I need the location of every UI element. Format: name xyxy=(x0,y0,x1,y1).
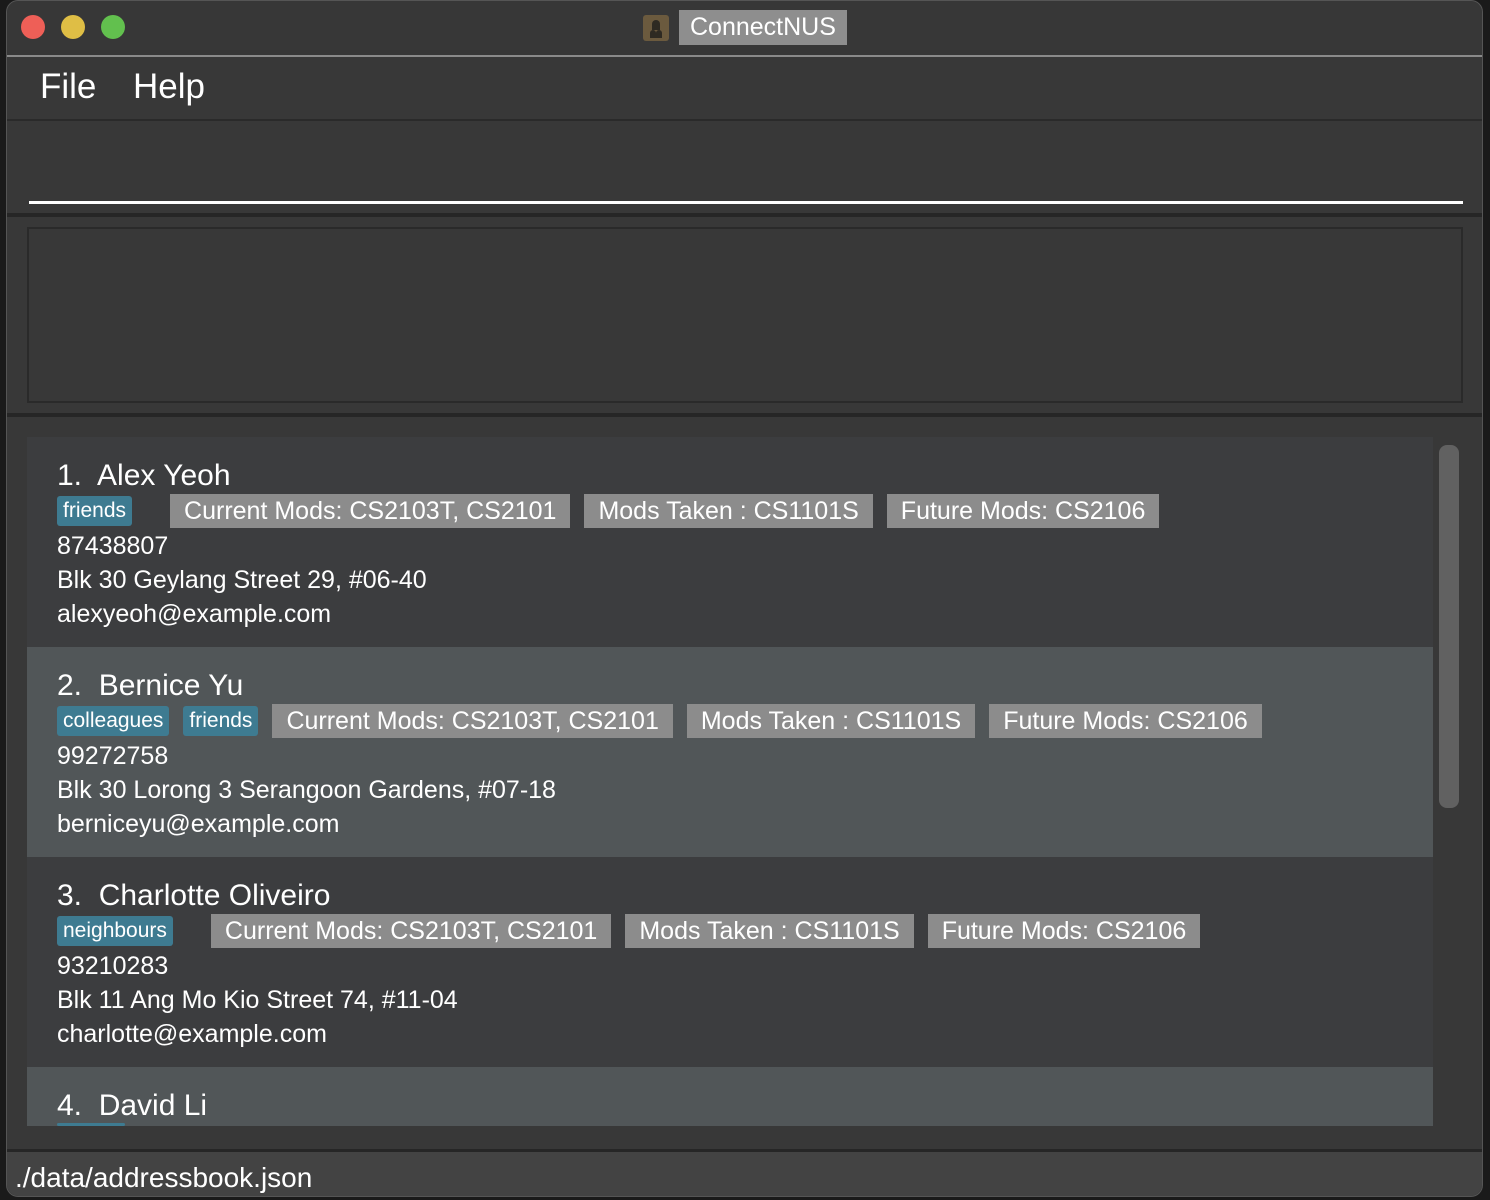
person-card[interactable]: 2. Bernice Yu colleagues friends Current Mo… xyxy=(27,647,1433,857)
person-phone: 93210283 xyxy=(57,952,169,980)
person-card[interactable]: 4. David Li xyxy=(27,1067,1433,1126)
mod-tag-future-mods: Future Mods: CS2106 xyxy=(989,704,1262,738)
person-name: 1. Alex Yeoh xyxy=(57,459,1433,493)
person-card[interactable]: 3. Charlotte Oliveiro neighbours Current M… xyxy=(27,857,1433,1067)
mod-tag-future-mods: Future Mods: CS2106 xyxy=(886,494,1160,528)
menu-file[interactable]: File xyxy=(40,67,96,107)
contact-book-icon xyxy=(643,14,669,41)
person-index: 3. xyxy=(57,879,83,912)
close-button[interactable] xyxy=(21,15,45,39)
person-name-text: Charlotte Oliveiro xyxy=(98,879,331,912)
save-location: ./data/addressbook.json xyxy=(15,1162,313,1193)
person-list[interactable]: 1. Alex Yeoh friends Current Mods: CS2103T… xyxy=(27,437,1433,1126)
result-display xyxy=(27,227,1463,403)
mod-tag-future-mods: Future Mods: CS2106 xyxy=(927,914,1201,948)
command-input[interactable] xyxy=(29,131,1463,204)
divider xyxy=(7,213,1482,217)
mod-tag-current-mods: Current Mods: CS2103T, CS2101 xyxy=(210,914,612,948)
person-address: Blk 30 Lorong 3 Serangoon Gardens, #07-1… xyxy=(57,776,556,804)
person-phone: 87438807 xyxy=(57,532,169,560)
tag-row xyxy=(57,1123,1433,1126)
person-phone: 99272758 xyxy=(57,742,169,770)
app-window: ConnectNUS File Help 1. Alex Yeoh friends… xyxy=(6,0,1483,1197)
tag-badge: colleagues xyxy=(57,706,170,736)
person-index: 2. xyxy=(57,669,83,702)
tag-row: colleagues friends Current Mods: CS2103T, … xyxy=(57,703,1433,739)
mod-tag-mods-taken: Mods Taken : CS1101S xyxy=(625,914,914,948)
person-address: Blk 30 Geylang Street 29, #06-40 xyxy=(57,566,427,594)
tag-badge: friends xyxy=(57,496,133,526)
person-name: 4. David Li xyxy=(57,1089,1433,1123)
tag-badge: friends xyxy=(183,706,259,736)
tag-row: friends Current Mods: CS2103T, CS2101 Mods… xyxy=(57,493,1433,529)
person-name: 3. Charlotte Oliveiro xyxy=(57,879,1433,913)
person-email: charlotte@example.com xyxy=(57,1020,327,1048)
status-bar: ./data/addressbook.json xyxy=(7,1149,1482,1196)
title-bar: ConnectNUS xyxy=(7,1,1482,57)
person-card[interactable]: 1. Alex Yeoh friends Current Mods: CS2103T… xyxy=(27,437,1433,647)
tag-badge: neighbours xyxy=(57,916,173,946)
menu-help[interactable]: Help xyxy=(133,67,205,107)
mod-tag-current-mods: Current Mods: CS2103T, CS2101 xyxy=(170,494,571,528)
menu-bar: File Help xyxy=(7,57,1482,121)
mod-tag-mods-taken: Mods Taken : CS1101S xyxy=(686,704,976,738)
window-title: ConnectNUS xyxy=(679,10,847,45)
person-index: 4. xyxy=(57,1089,83,1122)
person-email: alexyeoh@example.com xyxy=(57,600,332,628)
divider xyxy=(7,413,1482,417)
tag-badge xyxy=(57,1123,125,1126)
person-name-text: Bernice Yu xyxy=(98,669,244,702)
minimize-button[interactable] xyxy=(61,15,85,39)
mod-tag-current-mods: Current Mods: CS2103T, CS2101 xyxy=(272,704,673,738)
person-name-text: Alex Yeoh xyxy=(97,459,231,492)
mod-tag-mods-taken: Mods Taken : CS1101S xyxy=(584,494,873,528)
person-email: berniceyu@example.com xyxy=(57,810,340,838)
person-address: Blk 11 Ang Mo Kio Street 74, #11-04 xyxy=(57,986,458,1014)
person-name-text: David Li xyxy=(98,1089,208,1122)
person-index: 1. xyxy=(57,459,83,492)
scrollbar-thumb[interactable] xyxy=(1439,445,1459,808)
tag-row: neighbours Current Mods: CS2103T, CS2101 M… xyxy=(57,913,1433,949)
person-name: 2. Bernice Yu xyxy=(57,669,1433,703)
zoom-button[interactable] xyxy=(101,15,125,39)
